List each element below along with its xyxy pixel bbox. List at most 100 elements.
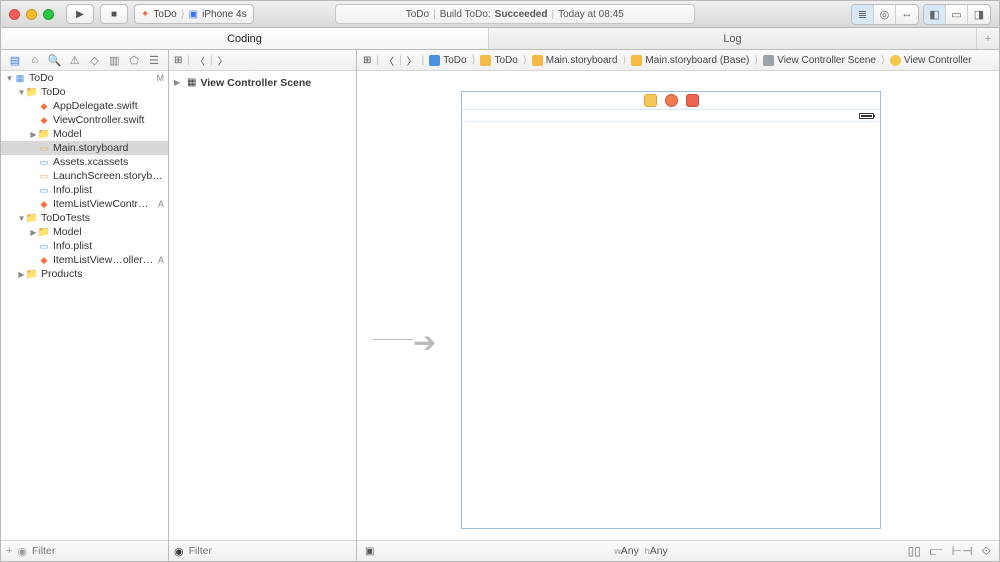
- scheme-selector[interactable]: ✦ ToDo ⟩ ▣ iPhone 4s: [134, 4, 254, 24]
- tree-row[interactable]: ▭LaunchScreen.storyboard: [1, 169, 168, 183]
- tree-row[interactable]: ▭Main.storyboard: [1, 141, 168, 155]
- folder-icon: [26, 268, 38, 280]
- tab-log[interactable]: Log: [489, 28, 977, 49]
- breadcrumb-label: ToDo: [443, 55, 466, 66]
- filter-scope-icon[interactable]: ◉: [17, 545, 27, 558]
- stack-icon[interactable]: ▯▯: [908, 544, 921, 559]
- size-class-control[interactable]: wAny hAny: [614, 545, 668, 557]
- tree-row[interactable]: ▶ Model: [1, 127, 168, 141]
- outline-scene-row[interactable]: ▶ ▦ View Controller Scene: [174, 75, 351, 90]
- breadcrumb-item[interactable]: ToDo: [480, 55, 517, 66]
- breadcrumb-item[interactable]: View Controller: [890, 55, 972, 66]
- add-target-icon[interactable]: +: [6, 545, 12, 557]
- breakpoint-navigator-icon[interactable]: ⬠: [127, 54, 141, 67]
- tree-row[interactable]: ▼▦ToDoM: [1, 71, 168, 85]
- back-icon[interactable]: 〈: [195, 53, 205, 68]
- navigator-panel: ▤ ⌂ 🔍 ⚠ ◇ ▥ ⬠ ☰ ▼▦ToDoM▼ToDo◆AppDelegate…: [1, 50, 169, 561]
- forward-icon[interactable]: 〉: [218, 53, 228, 68]
- tree-row[interactable]: ▶ Model: [1, 225, 168, 239]
- align-icon[interactable]: ⫍: [930, 544, 943, 559]
- outline-filter-input[interactable]: [189, 545, 351, 557]
- tree-row[interactable]: ◆ItemListViewController.swiftA: [1, 197, 168, 211]
- outline-toggle-icon[interactable]: ▣: [365, 546, 374, 557]
- breadcrumb-icon: [890, 55, 901, 66]
- report-navigator-icon[interactable]: ☰: [147, 54, 161, 67]
- tab-coding[interactable]: Coding: [1, 28, 489, 49]
- status-time: Today at 08:45: [558, 9, 624, 20]
- disclosure-triangle-icon[interactable]: ▶: [174, 78, 183, 87]
- forward-icon[interactable]: 〉: [407, 53, 417, 68]
- toolbar: ▶ ■ ✦ ToDo ⟩ ▣ iPhone 4s ToDo | Build To…: [1, 1, 999, 28]
- breadcrumb-item[interactable]: Main.storyboard: [532, 55, 618, 66]
- resolve-issues-icon[interactable]: ⟐: [982, 544, 991, 559]
- tree-row[interactable]: ◆ViewController.swift: [1, 113, 168, 127]
- scm-badge: A: [158, 199, 164, 209]
- tree-row[interactable]: ▭Info.plist: [1, 183, 168, 197]
- version-editor-icon[interactable]: ↔: [896, 5, 918, 24]
- disclosure-triangle-icon[interactable]: ▶: [29, 228, 38, 237]
- tree-label: Model: [53, 128, 164, 140]
- outline-tree[interactable]: ▶ ▦ View Controller Scene: [169, 71, 356, 540]
- navigator-selector: ▤ ⌂ 🔍 ⚠ ◇ ▥ ⬠ ☰: [1, 50, 168, 71]
- initial-scene-arrow-icon[interactable]: ➔: [413, 326, 434, 359]
- zoom-window-button[interactable]: [43, 9, 54, 20]
- disclosure-triangle-icon[interactable]: ▼: [17, 88, 26, 97]
- breadcrumb-item[interactable]: ToDo: [429, 55, 466, 66]
- tree-row[interactable]: ▼ToDoTests: [1, 211, 168, 225]
- editor-mode-buttons: ≣ ◎ ↔: [851, 4, 919, 25]
- scene-dock: [462, 92, 880, 110]
- outline-filter-bar: ◉: [169, 540, 356, 561]
- yellow-icon: ▭: [38, 170, 50, 182]
- assistant-editor-icon[interactable]: ◎: [874, 5, 896, 24]
- disclosure-triangle-icon[interactable]: ▶: [17, 270, 26, 279]
- standard-editor-icon[interactable]: ≣: [852, 5, 874, 24]
- grid-icon[interactable]: ⊞: [174, 55, 182, 66]
- new-tab-button[interactable]: +: [977, 28, 999, 49]
- bottom-panel-toggle-icon[interactable]: ▭: [946, 5, 968, 24]
- first-responder-icon[interactable]: [665, 94, 678, 107]
- breadcrumb-icon: [631, 55, 642, 66]
- close-window-button[interactable]: [9, 9, 20, 20]
- exit-icon[interactable]: [686, 94, 699, 107]
- right-panel-toggle-icon[interactable]: ◨: [968, 5, 990, 24]
- tree-row[interactable]: ▶Products: [1, 267, 168, 281]
- disclosure-triangle-icon[interactable]: ▼: [17, 214, 26, 223]
- project-navigator-icon[interactable]: ▤: [8, 54, 22, 67]
- debug-navigator-icon[interactable]: ▥: [107, 54, 121, 67]
- minimize-window-button[interactable]: [26, 9, 37, 20]
- interface-builder-canvas[interactable]: ➔: [357, 71, 999, 540]
- related-items-icon[interactable]: ⊞: [363, 55, 371, 66]
- left-panel-toggle-icon[interactable]: ◧: [924, 5, 946, 24]
- view-controller-icon[interactable]: [644, 94, 657, 107]
- back-icon[interactable]: 〈: [384, 53, 394, 68]
- breadcrumb-icon: [429, 55, 440, 66]
- tree-label: Model: [53, 226, 164, 238]
- issue-navigator-icon[interactable]: ⚠: [68, 54, 82, 67]
- outline-header-bar: ⊞ | 〈 | 〉: [169, 50, 356, 71]
- test-navigator-icon[interactable]: ◇: [87, 54, 101, 67]
- breadcrumb-label: View Controller: [904, 55, 972, 66]
- disclosure-triangle-icon[interactable]: ▼: [5, 74, 14, 83]
- stop-button[interactable]: ■: [100, 4, 128, 24]
- scm-badge: M: [157, 73, 165, 83]
- disclosure-triangle-icon[interactable]: ▶: [29, 130, 38, 139]
- tree-row[interactable]: ▼ToDo: [1, 85, 168, 99]
- breadcrumb-item[interactable]: View Controller Scene: [763, 55, 876, 66]
- navigator-filter-input[interactable]: [32, 545, 167, 557]
- outline-filter-scope-icon[interactable]: ◉: [174, 545, 184, 558]
- tree-row[interactable]: ▭Assets.xcassets: [1, 155, 168, 169]
- jump-bar[interactable]: ⊞|〈|〉|ToDo⟩ToDo⟩Main.storyboard⟩Main.sto…: [357, 50, 999, 71]
- pin-icon[interactable]: ⊢⊣: [952, 544, 973, 559]
- find-navigator-icon[interactable]: 🔍: [48, 54, 62, 67]
- symbol-navigator-icon[interactable]: ⌂: [28, 54, 42, 66]
- breadcrumb-label: Main.storyboard: [546, 55, 618, 66]
- panel-visibility-buttons: ◧ ▭ ◨: [923, 4, 991, 25]
- tree-row[interactable]: ◆AppDelegate.swift: [1, 99, 168, 113]
- run-button[interactable]: ▶: [66, 4, 94, 24]
- tree-row[interactable]: ◆ItemListView…ollerTests.swiftA: [1, 253, 168, 267]
- swift-icon: ◆: [38, 100, 50, 112]
- project-tree[interactable]: ▼▦ToDoM▼ToDo◆AppDelegate.swift◆ViewContr…: [1, 71, 168, 540]
- tree-row[interactable]: ▭Info.plist: [1, 239, 168, 253]
- breadcrumb-item[interactable]: Main.storyboard (Base): [631, 55, 749, 66]
- view-controller-scene[interactable]: [461, 91, 881, 529]
